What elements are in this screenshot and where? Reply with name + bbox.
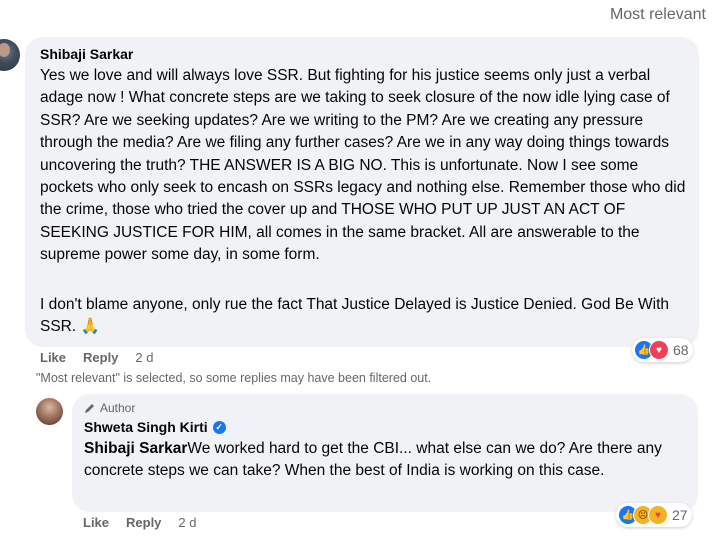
like-button[interactable]: Like bbox=[40, 350, 66, 365]
care-icon: ♥ bbox=[648, 505, 668, 525]
like-button[interactable]: Like bbox=[83, 515, 109, 530]
avatar[interactable] bbox=[0, 39, 20, 71]
timestamp[interactable]: 2 d bbox=[135, 350, 153, 365]
reply-actions: Like Reply 2 d bbox=[83, 515, 197, 530]
reply-button[interactable]: Reply bbox=[83, 350, 118, 365]
author-badge: Author bbox=[84, 401, 135, 415]
reply-author-name[interactable]: Shweta Singh Kirti ✓ bbox=[84, 419, 226, 435]
reply-bubble: Author Shweta Singh Kirti ✓ Shibaji Sark… bbox=[72, 394, 698, 512]
comment-paragraph-text: I don't blame anyone, only rue the fact … bbox=[40, 296, 670, 336]
love-icon: ♥ bbox=[649, 340, 669, 360]
reply-author-label: Shweta Singh Kirti bbox=[84, 419, 208, 435]
comment-paragraph: I don't blame anyone, only rue the fact … bbox=[40, 294, 690, 339]
reaction-summary[interactable]: 👍 ♥ 68 bbox=[632, 338, 693, 362]
verified-badge-icon: ✓ bbox=[212, 420, 226, 434]
mention-link[interactable]: Shibaji Sarkar bbox=[84, 440, 187, 457]
comment-actions: Like Reply 2 d bbox=[40, 350, 154, 365]
reply-text: Shibaji SarkarWe worked hard to get the … bbox=[84, 438, 684, 483]
reaction-count: 68 bbox=[673, 342, 689, 358]
reaction-count: 27 bbox=[672, 507, 688, 523]
pen-icon bbox=[85, 404, 94, 413]
filter-notice: "Most relevant" is selected, so some rep… bbox=[36, 371, 432, 385]
comment-paragraph: Yes we love and will always love SSR. Bu… bbox=[40, 67, 686, 264]
comment-author-name[interactable]: Shibaji Sarkar bbox=[40, 46, 133, 62]
reaction-summary[interactable]: 👍 ☹ ♥ 27 bbox=[616, 503, 692, 527]
avatar[interactable] bbox=[36, 398, 63, 425]
author-badge-label: Author bbox=[100, 401, 136, 415]
comment-bubble: Shibaji Sarkar Yes we love and will alwa… bbox=[25, 37, 699, 347]
folded-hands-emoji: 🙏 bbox=[80, 318, 100, 336]
sort-dropdown[interactable]: Most relevant bbox=[610, 6, 706, 24]
timestamp[interactable]: 2 d bbox=[178, 515, 196, 530]
reply-button[interactable]: Reply bbox=[126, 515, 161, 530]
